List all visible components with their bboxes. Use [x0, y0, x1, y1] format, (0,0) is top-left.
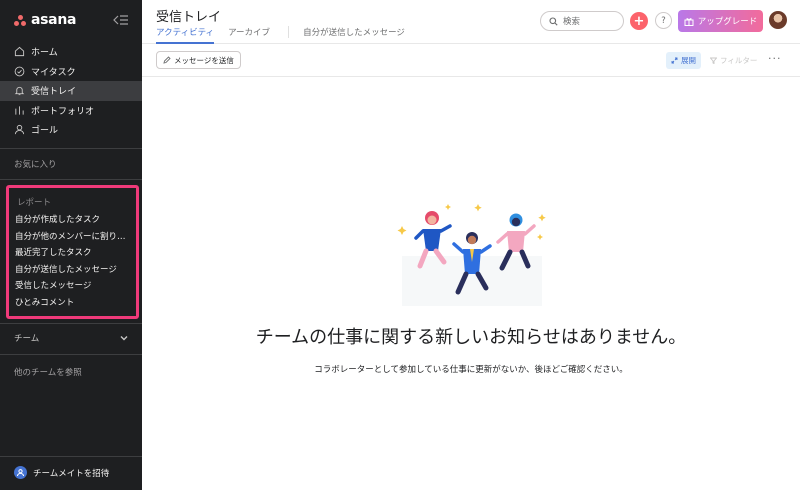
report-item-hitomi-comments[interactable]: ひとみコメント: [9, 295, 136, 312]
filter-icon: [710, 57, 717, 64]
bar-chart-icon: [15, 106, 24, 115]
reports-list: 自分が作成したタスク 自分が他のメンバーに割り当てたタスク 最近完了したタスク …: [9, 212, 136, 312]
reports-title[interactable]: レポート: [17, 196, 51, 208]
person-icon: [14, 125, 25, 135]
upgrade-button[interactable]: アップグレード: [678, 10, 763, 32]
sidebar-divider: [0, 148, 142, 149]
inbox-tabs: アクティビティ アーカイブ 自分が送信したメッセージ: [156, 24, 419, 44]
sidebar: asana ホーム マイタスク 受信トレイ ポートフォリオ ゴール お気に入り …: [0, 0, 142, 490]
sidebar-item-label: 受信トレイ: [31, 87, 77, 98]
team-section-header[interactable]: チーム: [14, 332, 128, 344]
filter-label: フィルター: [720, 56, 758, 65]
more-options-button[interactable]: ···: [768, 52, 782, 65]
sidebar-item-my-tasks[interactable]: マイタスク: [0, 62, 142, 82]
sidebar-item-inbox[interactable]: 受信トレイ: [0, 81, 142, 101]
upgrade-label: アップグレード: [697, 17, 758, 27]
chevron-down-icon: [120, 336, 128, 341]
sidebar-item-label: ホーム: [31, 48, 58, 59]
browse-teams-link[interactable]: 他のチームを参照: [14, 366, 82, 378]
check-circle-icon: [14, 66, 25, 77]
asana-logo[interactable]: asana: [14, 12, 76, 28]
sidebar-item-goals[interactable]: ゴール: [0, 120, 142, 140]
expand-label: 展開: [681, 56, 696, 65]
search-icon: [549, 16, 558, 26]
favorites-label[interactable]: お気に入り: [14, 158, 57, 170]
filter-button[interactable]: フィルター: [710, 53, 757, 68]
sidebar-item-portfolios[interactable]: ポートフォリオ: [0, 101, 142, 121]
send-message-button[interactable]: メッセージを送信: [156, 51, 241, 69]
sidebar-divider: [0, 179, 142, 180]
team-label: チーム: [14, 334, 40, 344]
sidebar-item-label: ゴール: [31, 126, 59, 137]
report-item-tasks-i-created[interactable]: 自分が作成したタスク: [9, 212, 136, 229]
gift-icon: [684, 17, 694, 26]
invite-label: チームメイトを招待: [33, 468, 110, 479]
sidebar-divider: [0, 456, 142, 457]
report-item-recently-completed[interactable]: 最近完了したタスク: [9, 245, 136, 262]
tab-activity[interactable]: アクティビティ: [156, 24, 215, 44]
page-header: 受信トレイ アクティビティ アーカイブ 自分が送信したメッセージ 検索 + ? …: [142, 0, 800, 44]
search-placeholder: 検索: [563, 17, 581, 27]
help-button[interactable]: ?: [655, 12, 672, 29]
empty-inbox-illustration: [397, 204, 546, 306]
quick-add-button[interactable]: +: [630, 12, 648, 30]
collapse-sidebar-icon[interactable]: [113, 14, 129, 26]
user-avatar[interactable]: [769, 11, 787, 29]
report-item-messages-received[interactable]: 受信したメッセージ: [9, 278, 136, 295]
report-item-messages-sent[interactable]: 自分が送信したメッセージ: [9, 262, 136, 279]
invite-icon: [14, 466, 27, 479]
tab-separator: [288, 26, 290, 38]
logo-text: asana: [31, 12, 77, 28]
sidebar-item-label: マイタスク: [31, 67, 76, 78]
bell-icon: [14, 87, 25, 96]
invite-teammates-button[interactable]: チームメイトを招待: [14, 466, 109, 479]
expand-icon: [671, 57, 678, 64]
empty-state-title: チームの仕事に関する新しいお知らせはありません。: [255, 327, 687, 348]
sidebar-nav: ホーム マイタスク 受信トレイ ポートフォリオ ゴール: [0, 42, 142, 140]
plus-icon: +: [633, 13, 645, 29]
search-input[interactable]: 検索: [540, 11, 624, 31]
tab-messages-sent[interactable]: 自分が送信したメッセージ: [303, 24, 405, 44]
asana-logo-icon: [14, 14, 26, 26]
empty-state-subtitle: コラボレーターとして参加している仕事に更新がないか、後ほどご確認ください。: [314, 365, 628, 375]
expand-button[interactable]: 展開: [666, 52, 701, 69]
pencil-icon: [163, 56, 171, 64]
inbox-toolbar: メッセージを送信 展開 フィルター ···: [142, 44, 800, 77]
sidebar-item-label: ポートフォリオ: [31, 106, 95, 117]
sidebar-divider: [0, 323, 142, 324]
tab-archive[interactable]: アーカイブ: [228, 24, 270, 44]
sidebar-divider: [0, 354, 142, 355]
reports-section-highlight: レポート 自分が作成したタスク 自分が他のメンバーに割り当てたタスク 最近完了し…: [6, 185, 139, 319]
home-icon: [14, 47, 25, 57]
send-message-label: メッセージを送信: [174, 55, 234, 65]
report-item-tasks-i-assigned[interactable]: 自分が他のメンバーに割り当てたタスク: [9, 229, 136, 246]
page-title: 受信トレイ: [156, 10, 222, 25]
sidebar-item-home[interactable]: ホーム: [0, 42, 142, 62]
